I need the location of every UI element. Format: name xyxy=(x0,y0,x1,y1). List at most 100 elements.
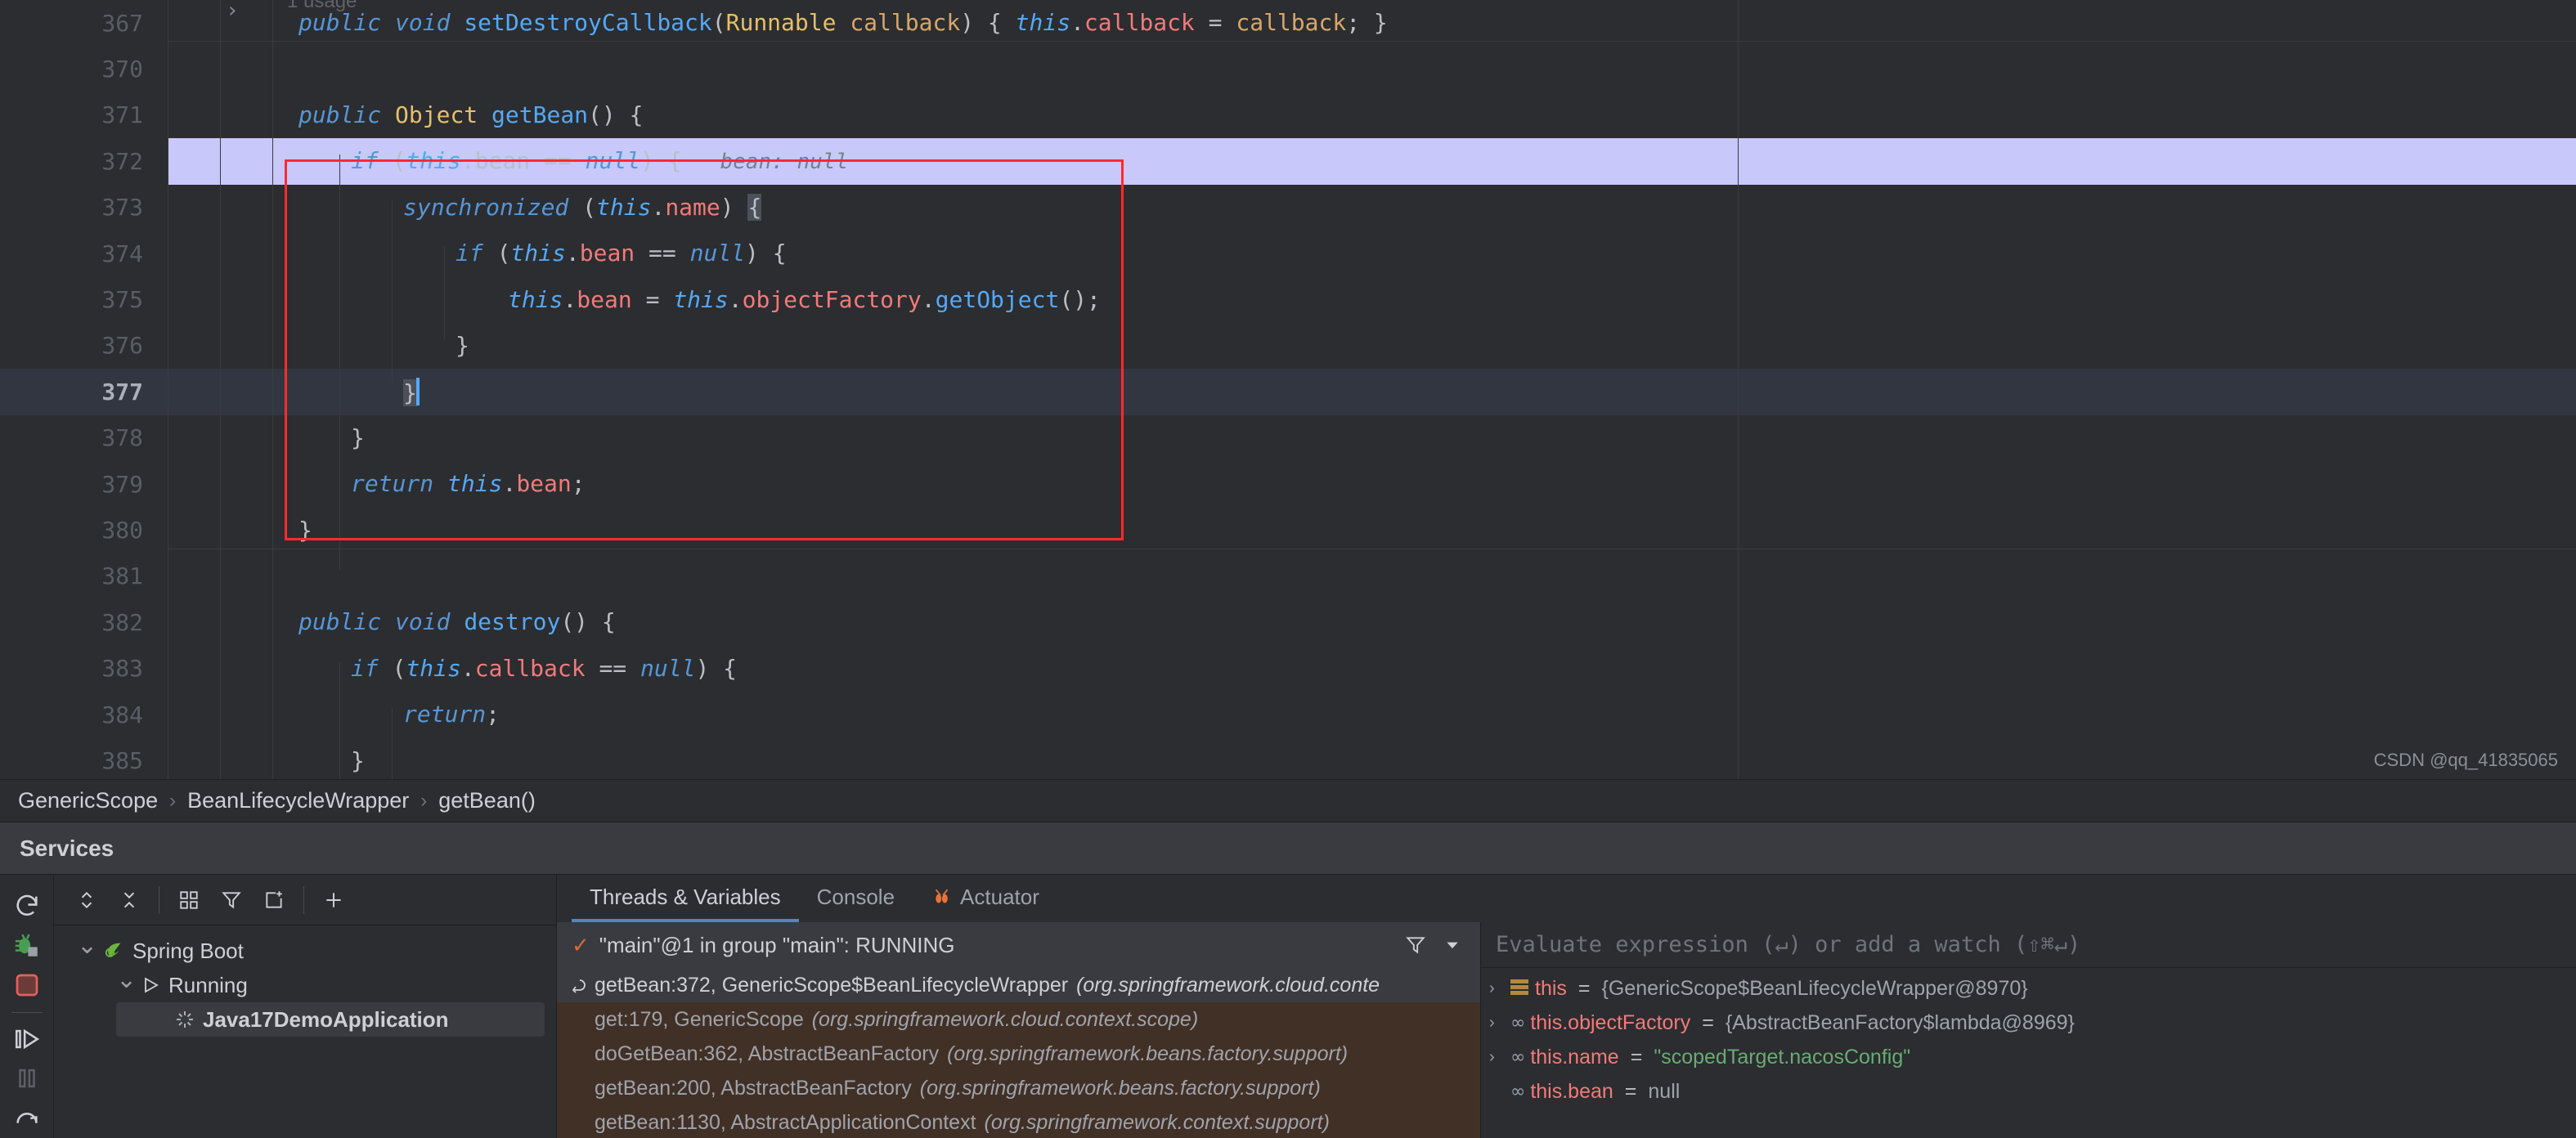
code-text[interactable]: public void destroy() { xyxy=(284,611,616,634)
new-tab-button[interactable] xyxy=(253,879,295,921)
code-line[interactable]: 367›public void setDestroyCallback(Runna… xyxy=(0,0,2576,46)
code-line[interactable]: 373synchronized (this.name) { xyxy=(0,185,2576,231)
gutter-annotations[interactable] xyxy=(168,507,220,553)
code-line[interactable]: 370 xyxy=(0,46,2576,92)
debug-actions-toolbar[interactable] xyxy=(0,875,54,1138)
chevron-right-icon[interactable]: › xyxy=(1489,1014,1504,1033)
gutter-annotations[interactable] xyxy=(168,553,220,599)
breadcrumb-item[interactable]: BeanLifecycleWrapper xyxy=(187,788,409,813)
code-line[interactable]: 377} xyxy=(0,369,2576,414)
rerun-button[interactable] xyxy=(2,886,52,926)
filter-icon[interactable] xyxy=(1405,934,1426,956)
gutter-annotations[interactable] xyxy=(168,461,220,507)
evaluate-expression-input[interactable]: Evaluate expression (↵) or add a watch (… xyxy=(1481,922,2576,968)
code-line[interactable]: 378} xyxy=(0,415,2576,461)
step-over-button[interactable] xyxy=(2,1098,52,1138)
stack-frame-row[interactable]: getBean:372, GenericScope$BeanLifecycleW… xyxy=(557,968,1480,1002)
code-text[interactable]: public void setDestroyCallback(Runnable … xyxy=(284,11,1388,34)
gutter-annotations[interactable] xyxy=(168,276,220,322)
gutter-folding[interactable] xyxy=(220,185,272,231)
breadcrumb[interactable]: GenericScope›BeanLifecycleWrapper›getBea… xyxy=(0,779,2576,822)
chevron-right-icon[interactable]: › xyxy=(228,0,236,23)
code-line[interactable]: 372if (this.bean == null) { bean: null xyxy=(0,138,2576,184)
gutter-folding[interactable] xyxy=(220,507,272,553)
gutter-annotations[interactable] xyxy=(168,92,220,138)
gutter-annotations[interactable] xyxy=(168,737,220,779)
gutter-annotations[interactable] xyxy=(168,185,220,231)
collapse-all-button[interactable] xyxy=(108,879,150,921)
code-line[interactable]: 381 xyxy=(0,553,2576,599)
stack-frame-row[interactable]: doGetBean:362, AbstractBeanFactory (org.… xyxy=(557,1037,1480,1071)
gutter-annotations[interactable] xyxy=(168,323,220,369)
gutter-annotations[interactable] xyxy=(168,369,220,414)
gutter-folding[interactable]: › xyxy=(220,0,272,46)
filter-button[interactable] xyxy=(210,879,253,921)
code-text[interactable]: if (this.bean == null) { xyxy=(284,242,787,265)
code-line[interactable]: 375this.bean = this.objectFactory.getObj… xyxy=(0,276,2576,322)
code-line[interactable]: 374if (this.bean == null) { xyxy=(0,231,2576,276)
code-text[interactable]: if (this.bean == null) { bean: null xyxy=(284,150,848,172)
gutter-annotations[interactable] xyxy=(168,692,220,737)
gutter-annotations[interactable] xyxy=(168,46,220,92)
stack-frame-row[interactable]: get:179, GenericScope (org.springframewo… xyxy=(557,1002,1480,1037)
code-line[interactable]: 380} xyxy=(0,507,2576,553)
pause-program-button[interactable] xyxy=(2,1059,52,1099)
variable-row[interactable]: ›this={GenericScope$BeanLifecycleWrapper… xyxy=(1481,971,2576,1006)
debugger-tabs[interactable]: Threads & VariablesConsoleActuator xyxy=(557,875,2576,922)
chevron-down-icon[interactable]: ⌄ xyxy=(77,942,93,950)
code-text[interactable]: } xyxy=(284,378,420,405)
debugger-tab[interactable]: Threads & Variables xyxy=(572,875,799,922)
chevron-down-icon[interactable] xyxy=(1436,937,1469,953)
group-by-button[interactable] xyxy=(168,879,210,921)
gutter-annotations[interactable] xyxy=(168,0,220,46)
gutter-folding[interactable] xyxy=(220,415,272,461)
gutter-folding[interactable] xyxy=(220,231,272,276)
variables-list[interactable]: ›this={GenericScope$BeanLifecycleWrapper… xyxy=(1481,968,2576,1138)
code-line[interactable]: 383if (this.callback == null) { xyxy=(0,646,2576,692)
gutter-folding[interactable] xyxy=(220,46,272,92)
code-line[interactable]: 382public void destroy() { xyxy=(0,599,2576,645)
gutter-folding[interactable] xyxy=(220,692,272,737)
services-tree-node[interactable]: Java17DemoApplication xyxy=(116,1002,545,1037)
stack-frame-row[interactable]: getBean:1130, AbstractApplicationContext… xyxy=(557,1105,1480,1138)
code-text[interactable]: synchronized (this.name) { xyxy=(284,196,761,219)
gutter-annotations[interactable] xyxy=(168,231,220,276)
gutter-folding[interactable] xyxy=(220,553,272,599)
chevron-down-icon[interactable]: ⌄ xyxy=(116,976,132,984)
gutter-folding[interactable] xyxy=(220,323,272,369)
variable-row[interactable]: ›∞this.bean=null xyxy=(1481,1074,2576,1109)
code-line[interactable]: 384return; xyxy=(0,692,2576,737)
variable-row[interactable]: ›∞this.objectFactory={AbstractBeanFactor… xyxy=(1481,1006,2576,1040)
add-service-button[interactable] xyxy=(312,879,355,921)
resume-program-button[interactable] xyxy=(2,1019,52,1059)
gutter-folding[interactable] xyxy=(220,461,272,507)
code-text[interactable]: } xyxy=(284,427,365,450)
debug-button[interactable] xyxy=(2,926,52,966)
code-text[interactable]: } xyxy=(284,334,469,357)
chevron-right-icon[interactable]: › xyxy=(1489,979,1504,998)
gutter-folding[interactable] xyxy=(220,92,272,138)
code-text[interactable]: return; xyxy=(284,703,500,726)
usage-count-hint[interactable]: 1 usage xyxy=(287,0,357,13)
gutter-annotations[interactable] xyxy=(168,415,220,461)
debugger-tab[interactable]: Console xyxy=(799,875,913,922)
code-text[interactable]: this.bean = this.objectFactory.getObject… xyxy=(284,289,1101,311)
stop-button[interactable] xyxy=(2,966,52,1006)
stack-frame-row[interactable]: getBean:200, AbstractBeanFactory (org.sp… xyxy=(557,1071,1480,1105)
code-line[interactable]: 379return this.bean; xyxy=(0,461,2576,507)
breadcrumb-item[interactable]: getBean() xyxy=(438,788,536,813)
code-text[interactable]: return this.bean; xyxy=(284,473,586,495)
gutter-folding[interactable] xyxy=(220,646,272,692)
code-text[interactable]: if (this.callback == null) { xyxy=(284,657,737,680)
services-tree-node[interactable]: ⌄Running xyxy=(54,968,556,1002)
gutter-annotations[interactable] xyxy=(168,599,220,645)
services-toolbar[interactable] xyxy=(54,875,556,925)
code-line[interactable]: 371public Object getBean() { xyxy=(0,92,2576,138)
services-tree[interactable]: ⌄Spring Boot⌄RunningJava17DemoApplicatio… xyxy=(54,925,556,1138)
gutter-annotations[interactable] xyxy=(168,646,220,692)
code-text[interactable]: public Object getBean() { xyxy=(284,104,643,127)
gutter-folding[interactable] xyxy=(220,737,272,779)
code-line[interactable]: 376} xyxy=(0,323,2576,369)
breadcrumb-item[interactable]: GenericScope xyxy=(18,788,158,813)
code-editor[interactable]: 367›public void setDestroyCallback(Runna… xyxy=(0,0,2576,779)
